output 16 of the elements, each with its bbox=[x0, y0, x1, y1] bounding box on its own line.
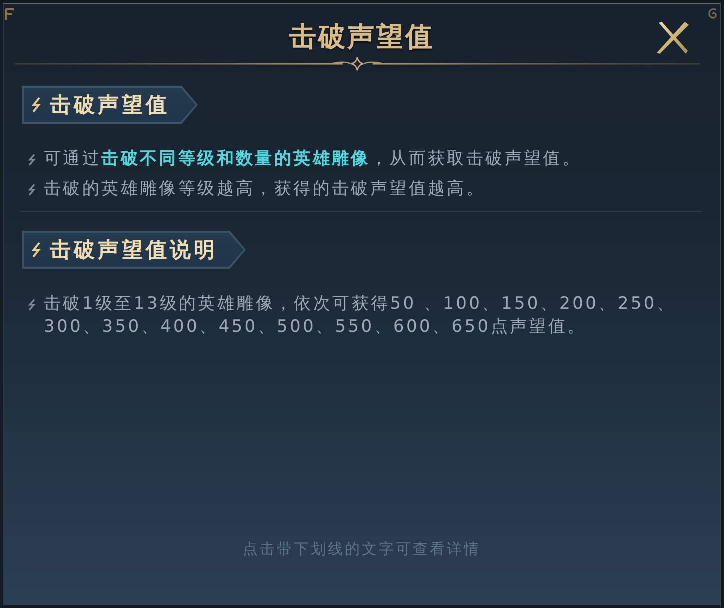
window-title: 击破声望值 bbox=[290, 21, 434, 55]
bullet-text: 击破1级至13级的英雄雕像，依次可获得50 、100、150、200、250、300、350、400、450、500、550、600、650点声望值。 bbox=[44, 293, 678, 339]
section-heading: 击破声望值说明 bbox=[50, 237, 218, 264]
bullet-icon bbox=[28, 154, 36, 166]
bullet-icon bbox=[28, 299, 36, 311]
lightning-icon bbox=[32, 97, 41, 113]
close-icon bbox=[656, 21, 690, 55]
lightning-icon bbox=[32, 242, 41, 258]
bullet-icon bbox=[28, 184, 36, 196]
bullet-text: 可通过击破不同等级和数量的英雄雕像，从而获取击破声望值。 bbox=[44, 148, 583, 171]
hint-text: 点击带下划线的文字可查看详情 bbox=[242, 539, 482, 560]
corner-ornament-icon bbox=[4, 8, 14, 20]
close-button[interactable] bbox=[654, 19, 692, 57]
section-heading: 击破声望值 bbox=[50, 92, 170, 119]
corner-ornament-icon bbox=[708, 8, 718, 20]
bullet-text: 击破的英雄雕像等级越高，获得的击破声望值越高。 bbox=[44, 178, 487, 201]
